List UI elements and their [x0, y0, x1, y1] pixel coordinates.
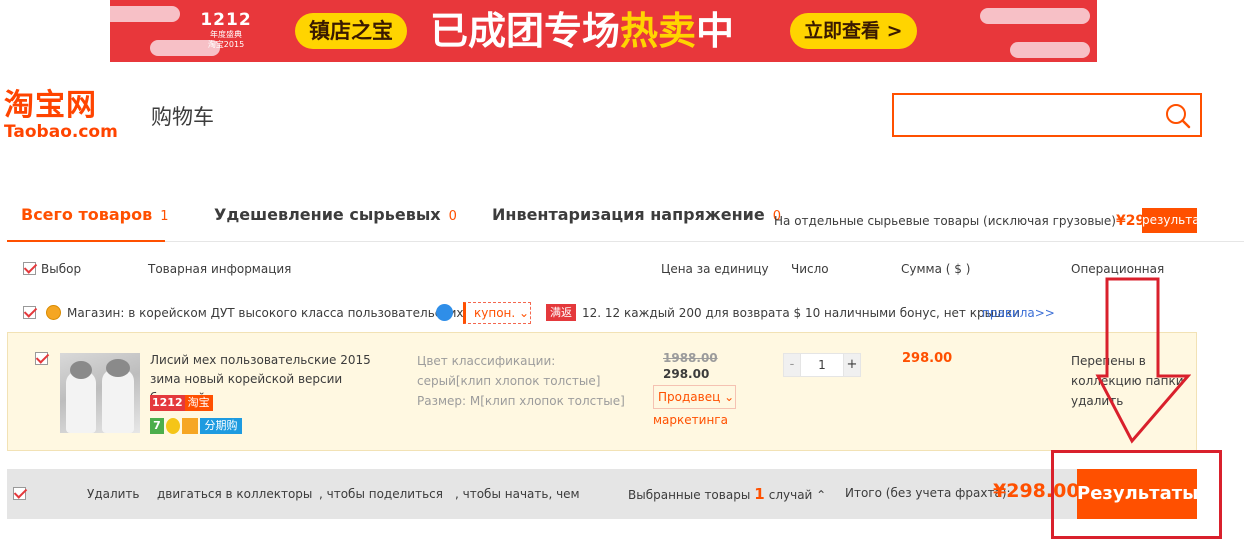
banner-headline-hot: 热卖 — [620, 9, 697, 53]
banner-1212-logo: 1212 年度盛典 淘宝2015 — [196, 10, 256, 54]
select-all-checkbox[interactable] — [23, 262, 36, 275]
selected-count-unit: случай ⌃ — [768, 488, 827, 502]
shop-name-link[interactable]: Магазин: в корейском ДУТ высокого класса… — [67, 306, 464, 320]
selected-summary-text: На отдельные сырьевые товары (исключая г… — [774, 214, 1116, 228]
banner-headline-main: 已成团专场 — [430, 9, 621, 53]
banner-headline-end: 中 — [696, 9, 735, 53]
col-quantity: Число — [791, 262, 829, 276]
card-icon[interactable] — [182, 418, 198, 434]
col-unit-price: Цена за единицу — [661, 262, 769, 276]
tag-taobao: 淘宝 — [184, 395, 213, 411]
tab-low-stock-label: Инвентаризация напряжение — [492, 205, 765, 224]
col-sum: Сумма ( $ ) — [901, 262, 971, 276]
promo-text: 12. 12 каждый 200 для возврата $ 10 нали… — [582, 306, 1021, 320]
unit-price: 298.00 — [663, 367, 710, 381]
selected-count-number: 1 — [754, 485, 765, 503]
banner-logo-mid: 年度盛典 — [210, 30, 242, 39]
rules-link[interactable]: правила>> — [982, 306, 1055, 320]
promo-badge: 满返 — [546, 304, 576, 321]
tab-price-drop-label: Удешевление сырьевых — [214, 205, 441, 224]
item-attr-color: Цвет классификации: серый[клип хлопок то… — [417, 354, 601, 388]
selected-summary: На отдельные сырьевые товары (исключая г… — [774, 213, 1180, 229]
total-label: Итого (без учета фрахта): — [845, 486, 1011, 500]
cart-tabs: Всего товаров 1 Удешевление сырьевых 0 Инв… — [7, 200, 1244, 242]
tab-all-items[interactable]: Всего товаров 1 — [21, 205, 169, 224]
tab-price-drop-count: 0 — [448, 209, 457, 224]
item-checkbox[interactable] — [35, 352, 48, 365]
item-attributes[interactable]: Цвет классификации: серый[клип хлопок то… — [417, 351, 625, 411]
brand-cn: 淘宝网 — [4, 88, 97, 123]
footer-select-all-checkbox[interactable] — [13, 487, 26, 500]
tab-price-drop[interactable]: Удешевление сырьевых 0 — [214, 205, 457, 224]
shop-checkbox[interactable] — [23, 306, 36, 319]
search-icon[interactable] — [1164, 102, 1192, 133]
search-input[interactable] — [892, 93, 1202, 137]
coupon-dropdown[interactable]: купон. ⌄ — [463, 302, 531, 324]
start-link[interactable]: , чтобы начать, чем — [455, 487, 580, 501]
annotation-down-arrow-icon — [1095, 276, 1192, 449]
installment-icon[interactable]: 分期购 — [200, 418, 242, 434]
marketing-label: маркетинга — [653, 413, 728, 427]
taobao-logo[interactable]: 淘宝网 Taobao.com — [4, 88, 118, 143]
selected-count[interactable]: Выбранные товары 1 случай ⌃ — [628, 485, 826, 503]
banner-logo-top: 1212 — [200, 10, 252, 30]
badge-icon[interactable] — [166, 418, 180, 434]
share-link[interactable]: , чтобы поделиться — [319, 487, 443, 501]
chat-icon[interactable] — [436, 304, 453, 321]
move-to-favorites-link[interactable]: двигаться в коллекторы — [157, 487, 312, 501]
banner-view-button[interactable]: 立即查看 > — [790, 13, 917, 49]
seven-day-return-icon[interactable]: 7 — [150, 418, 164, 434]
active-tab-underline — [7, 240, 165, 242]
delete-link[interactable]: Удалить — [87, 487, 140, 501]
banner-headline: 已成团专场热卖中 — [430, 6, 734, 56]
qty-input[interactable]: 1 — [801, 354, 843, 376]
item-thumbnail[interactable] — [60, 353, 140, 433]
qty-increase-button[interactable]: + — [843, 354, 860, 376]
brand-en: Taobao.com — [4, 122, 118, 142]
cart-footer-bar: Удалить двигаться в коллекторы , чтобы п… — [7, 469, 1197, 519]
page-title: 购物车 — [151, 105, 214, 129]
tab-all-count: 1 — [160, 209, 169, 224]
cart-item-row: Лисий мех пользовательские 2015 зима нов… — [7, 332, 1197, 451]
col-item-info: Товарная информация — [148, 262, 292, 276]
annotation-highlight-box — [1051, 450, 1222, 539]
promo-banner[interactable]: 1212 年度盛典 淘宝2015 镇店之宝 已成团专场热卖中 立即查看 > — [110, 0, 1097, 62]
qty-decrease-button[interactable]: - — [784, 354, 801, 376]
tab-all-label: Всего товаров — [21, 205, 153, 224]
tag-1212: 1212 — [150, 395, 185, 411]
item-attr-size: Размер: M[клип хлопок толстые] — [417, 394, 625, 408]
col-select: Выбор — [41, 262, 82, 276]
original-price: 1988.00 — [663, 351, 718, 365]
shop-icon — [46, 305, 61, 320]
promo-1212-tag: 1212 淘宝 — [150, 395, 213, 411]
selected-count-label: Выбранные товары — [628, 488, 751, 502]
quantity-stepper: - 1 + — [783, 353, 861, 377]
banner-logo-bottom: 淘宝2015 — [207, 40, 245, 49]
banner-pill-left: 镇店之宝 — [295, 13, 407, 49]
shop-row: Магазин: в корейском ДУТ высокого класса… — [0, 302, 1244, 324]
checkout-small-button[interactable]: результат — [1142, 208, 1197, 233]
item-sum: 298.00 — [902, 351, 953, 366]
tab-low-stock[interactable]: Инвентаризация напряжение 0 — [492, 205, 781, 224]
seller-promo-dropdown[interactable]: Продавец ⌄ — [653, 385, 736, 409]
service-icons: 7 分期购 — [150, 418, 244, 434]
col-operations: Операционная — [1071, 262, 1165, 276]
